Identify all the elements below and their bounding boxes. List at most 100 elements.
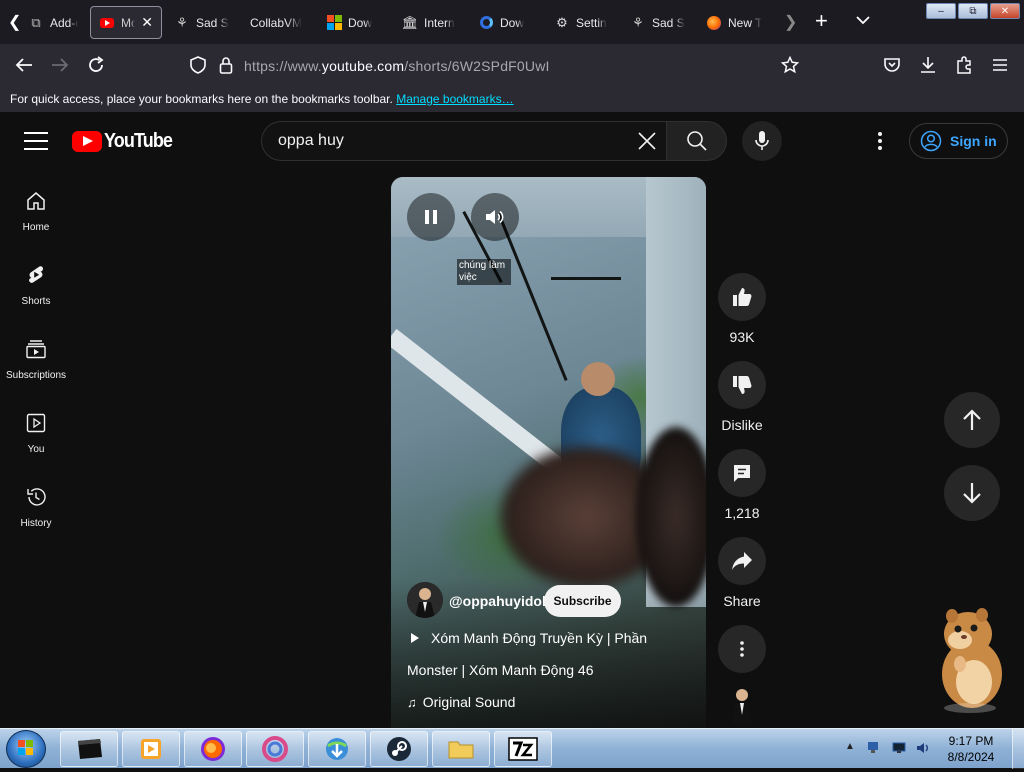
taskbar-edge-app[interactable]: [246, 731, 304, 767]
search-input[interactable]: [278, 122, 618, 160]
video-title-line-2[interactable]: Monster | Xóm Manh Động 46: [407, 662, 594, 678]
sidebar-item-subscriptions[interactable]: Subscriptions: [0, 338, 72, 381]
taskbar-7zip-app[interactable]: [494, 731, 552, 767]
youtube-icon: [99, 15, 115, 31]
tab-close-icon[interactable]: ✕: [141, 14, 153, 31]
youtube-logo-text: YouTube: [104, 130, 173, 152]
youtube-logo[interactable]: YouTube: [72, 130, 180, 153]
settings-more-button[interactable]: [868, 129, 892, 153]
voice-search-button[interactable]: [742, 121, 782, 161]
forward-button[interactable]: [48, 53, 72, 77]
sidebar-item-shorts[interactable]: Shorts: [0, 264, 72, 307]
monitor-icon: [892, 742, 906, 753]
share-icon: [732, 552, 752, 570]
like-button[interactable]: [718, 273, 766, 321]
sidebar-item-label: You: [27, 444, 45, 455]
arrow-up-icon: [963, 409, 981, 430]
tab-youtube-active[interactable]: Mo ✕: [90, 6, 162, 39]
youtube-page: YouTube Sign in Home Shorts Subscription…: [0, 112, 1024, 728]
taskbar-terminal-app[interactable]: [60, 731, 118, 767]
tab-scroll-right-button[interactable]: ❯: [784, 12, 797, 32]
share-button[interactable]: [718, 537, 766, 585]
shorts-icon: [29, 266, 44, 283]
site-security-icon[interactable]: [214, 53, 238, 77]
manage-bookmarks-link[interactable]: Manage bookmarks…: [396, 92, 513, 106]
show-desktop-button[interactable]: [1012, 729, 1024, 769]
tab-collabvm[interactable]: CollabVM: [250, 6, 312, 39]
tracking-protection-icon[interactable]: [186, 53, 210, 77]
taskbar-download-manager-app[interactable]: [308, 731, 366, 767]
comment-icon: [734, 465, 750, 482]
url-prefix: https://www.: [244, 58, 322, 74]
restore-button[interactable]: ⧉: [958, 3, 988, 19]
comments-action: 1,218: [718, 449, 766, 521]
taskbar-firefox-app[interactable]: [184, 731, 242, 767]
windows-logo-icon: [18, 740, 33, 755]
app-menu-button[interactable]: [988, 53, 1012, 77]
display-tray-icon[interactable]: [892, 741, 906, 755]
original-sound-link[interactable]: ♫ Original Sound: [407, 694, 515, 710]
taskbar-clock[interactable]: 9:17 PM 8/8/2024: [940, 733, 1002, 765]
sign-in-button[interactable]: Sign in: [909, 123, 1008, 159]
comments-button[interactable]: [718, 449, 766, 497]
pocket-button[interactable]: [880, 53, 904, 77]
taskbar-media-player-app[interactable]: [122, 731, 180, 767]
hamster-mascot-image: [930, 604, 1010, 714]
url-bar[interactable]: https://www.youtube.com/shorts/6W2SPdF0U…: [244, 58, 550, 74]
network-icon: [868, 742, 878, 753]
search-button[interactable]: [666, 121, 727, 161]
dislike-label: Dislike: [721, 417, 763, 433]
video-title[interactable]: Xóm Manh Động Truyền Kỳ | Phần: [407, 630, 647, 646]
tab-download-edge[interactable]: Dow: [478, 6, 534, 39]
volume-button[interactable]: [471, 193, 519, 241]
start-button[interactable]: [6, 730, 46, 768]
subscribe-button[interactable]: Subscribe: [544, 585, 621, 617]
person-icon: [732, 689, 752, 723]
show-hidden-icons-button[interactable]: ▲: [845, 741, 859, 755]
volume-icon: [486, 210, 504, 224]
firefox-icon: [201, 737, 225, 761]
terminal-icon: [78, 739, 102, 759]
channel-name[interactable]: @oppahuyidol: [449, 593, 546, 609]
guide-menu-button[interactable]: [24, 132, 48, 150]
search-clear-button[interactable]: [636, 130, 658, 152]
next-video-button[interactable]: [944, 465, 1000, 521]
pause-button[interactable]: [407, 193, 455, 241]
list-all-tabs-button[interactable]: [856, 12, 870, 30]
taskbar-explorer-app[interactable]: [432, 731, 490, 767]
tab-internet-archive[interactable]: 🏛 Intern: [402, 6, 458, 39]
reload-button[interactable]: [84, 53, 108, 77]
tab-add-ons[interactable]: ⧉ Add-o: [28, 6, 78, 39]
dislike-button[interactable]: [718, 361, 766, 409]
bookmark-star-button[interactable]: [778, 53, 802, 77]
play-icon: [411, 633, 419, 643]
downloads-button[interactable]: [916, 53, 940, 77]
network-tray-icon[interactable]: [866, 741, 880, 755]
taskbar-steam-app[interactable]: [370, 731, 428, 767]
browser-tab-strip: ❮ ⧉ Add-o Mo ✕ ⚘ Sad S CollabVM Dow 🏛 In…: [0, 0, 1024, 44]
new-tab-button[interactable]: +: [815, 8, 828, 34]
tab-download-microsoft[interactable]: Dow: [326, 6, 382, 39]
tab-sad-s-1[interactable]: ⚘ Sad S: [174, 6, 230, 39]
7zip-icon: [508, 737, 538, 761]
thumbs-down-icon: [733, 376, 752, 394]
sound-avatar[interactable]: [726, 687, 758, 723]
sidebar-item-home[interactable]: Home: [0, 190, 72, 233]
back-button[interactable]: [12, 53, 36, 77]
sidebar-item-history[interactable]: History: [0, 486, 72, 529]
extensions-button[interactable]: [952, 53, 976, 77]
tab-sad-s-2[interactable]: ⚘ Sad S: [630, 6, 686, 39]
channel-avatar[interactable]: [407, 582, 443, 618]
tab-scroll-left-button[interactable]: ❮: [8, 12, 21, 32]
tab-new-tab[interactable]: New T: [706, 6, 766, 39]
previous-video-button[interactable]: [944, 392, 1000, 448]
shorts-video-player[interactable]: chúng làm việc @oppahuyidol Subscribe Xó…: [391, 177, 706, 728]
volume-tray-icon[interactable]: [916, 741, 930, 755]
more-actions-button[interactable]: [718, 625, 766, 673]
arrow-left-icon: [15, 58, 32, 72]
minimize-button[interactable]: –: [926, 3, 956, 19]
puzzle-icon: [957, 56, 971, 74]
sidebar-item-you[interactable]: You: [0, 412, 72, 455]
tab-settings[interactable]: ⚙ Settin: [554, 6, 610, 39]
close-window-button[interactable]: ✕: [990, 3, 1020, 19]
